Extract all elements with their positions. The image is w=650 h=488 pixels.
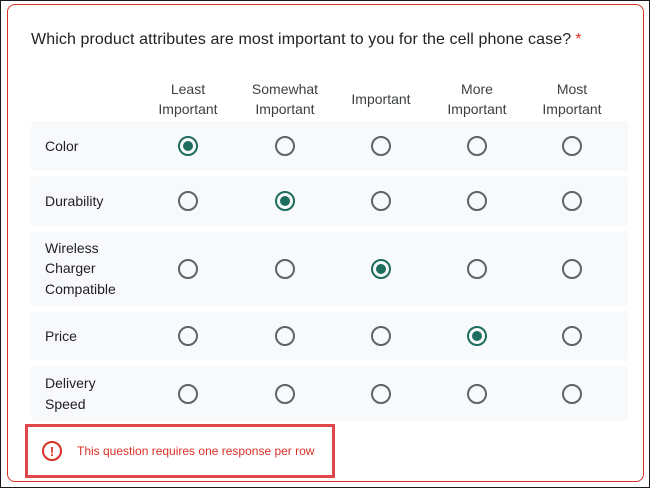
error-message-box: ! This question requires one response pe… bbox=[25, 424, 335, 478]
radio-button[interactable] bbox=[371, 136, 391, 156]
radio-button[interactable] bbox=[562, 383, 582, 404]
radio-button[interactable] bbox=[275, 136, 295, 156]
radio-button[interactable] bbox=[371, 191, 391, 211]
radio-button[interactable] bbox=[178, 136, 198, 156]
radio-button[interactable] bbox=[275, 383, 295, 404]
question-text: Which product attributes are most import… bbox=[31, 31, 572, 48]
grid-row: Wireless Charger Compatible bbox=[31, 231, 628, 306]
radio-button[interactable] bbox=[562, 326, 582, 346]
row-label: Delivery Speed bbox=[45, 375, 96, 412]
row-label: Price bbox=[45, 327, 77, 344]
radio-button[interactable] bbox=[178, 258, 198, 279]
radio-button[interactable] bbox=[467, 258, 487, 279]
grid-row: Durability bbox=[31, 176, 628, 226]
column-header-label: Most Important bbox=[542, 81, 602, 117]
radio-button[interactable] bbox=[467, 383, 487, 404]
column-header: More Important bbox=[427, 79, 527, 119]
radio-button[interactable] bbox=[562, 258, 582, 279]
column-header: Least Important bbox=[138, 79, 238, 119]
grid-row: Delivery Speed bbox=[31, 366, 628, 421]
grid-row: Price bbox=[31, 311, 628, 361]
radio-button[interactable] bbox=[562, 136, 582, 156]
question-title: Which product attributes are most import… bbox=[31, 31, 582, 49]
radio-button[interactable] bbox=[467, 326, 487, 346]
column-header-label: More Important bbox=[447, 81, 507, 117]
required-asterisk: * bbox=[575, 31, 582, 48]
error-circle-icon: ! bbox=[42, 441, 62, 461]
column-header-label: Least Important bbox=[158, 81, 218, 117]
radio-button[interactable] bbox=[178, 383, 198, 404]
radio-button[interactable] bbox=[562, 191, 582, 211]
radio-button[interactable] bbox=[371, 383, 391, 404]
question-card: Which product attributes are most import… bbox=[7, 4, 644, 482]
column-header: Important bbox=[331, 79, 431, 119]
radio-button[interactable] bbox=[467, 191, 487, 211]
radio-button[interactable] bbox=[178, 326, 198, 346]
radio-button[interactable] bbox=[467, 136, 487, 156]
row-label: Wireless Charger Compatible bbox=[45, 239, 116, 297]
radio-button[interactable] bbox=[371, 326, 391, 346]
column-header-label: Somewhat Important bbox=[251, 81, 319, 117]
radio-button[interactable] bbox=[275, 258, 295, 279]
grid-row: Color bbox=[31, 121, 628, 171]
error-message: This question requires one response per … bbox=[77, 444, 315, 458]
column-header: Somewhat Important bbox=[235, 79, 335, 119]
column-header: Most Important bbox=[522, 79, 622, 119]
row-label: Color bbox=[45, 137, 79, 154]
radio-button[interactable] bbox=[275, 326, 295, 346]
radio-button[interactable] bbox=[371, 258, 391, 279]
radio-button[interactable] bbox=[178, 191, 198, 211]
row-label: Durability bbox=[45, 192, 104, 209]
column-header-label: Important bbox=[351, 91, 411, 107]
radio-button[interactable] bbox=[275, 191, 295, 211]
